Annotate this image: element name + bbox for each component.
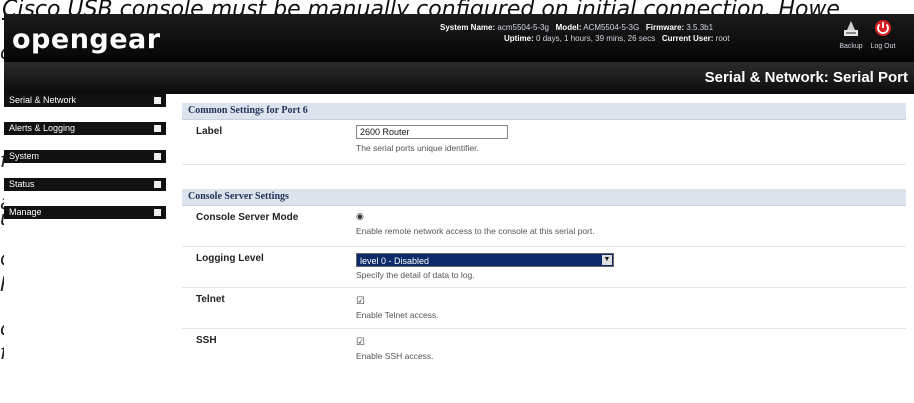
uptime-value: 0 days, 1 hours, 39 mins, 26 secs xyxy=(536,34,656,43)
current-user-value: root xyxy=(715,34,730,43)
label-row: Label The serial ports unique identifier… xyxy=(182,120,906,165)
model-value: ACM5504-5-3G xyxy=(583,23,640,32)
telnet-help: Enable Telnet access. xyxy=(356,310,439,320)
sidebar-item-system[interactable]: System xyxy=(4,150,166,163)
sidebar-item-manage[interactable]: Manage xyxy=(4,206,166,219)
label-field-label: Label xyxy=(196,126,223,137)
expand-square-icon xyxy=(154,181,161,188)
expand-square-icon xyxy=(154,153,161,160)
backup-label: Backup xyxy=(839,43,863,50)
console-server-settings-heading: Console Server Settings xyxy=(182,189,906,206)
firmware-label: Firmware: xyxy=(645,23,685,32)
ssh-help: Enable SSH access. xyxy=(356,351,434,361)
backup-icon xyxy=(836,18,866,40)
console-server-mode-radio[interactable]: ◉ xyxy=(356,212,595,224)
current-user-label: Current User: xyxy=(661,34,714,43)
console-server-mode-label: Console Server Mode xyxy=(196,212,299,223)
expand-square-icon xyxy=(154,125,161,132)
uptime-label: Uptime: xyxy=(504,34,534,43)
system-name-value: acm5504-5-3g xyxy=(497,23,549,32)
expand-square-icon xyxy=(154,97,161,104)
system-info: System Name: acm5504-5-3g Model: ACM5504… xyxy=(440,22,729,44)
sidebar-nav: Serial & Network Alerts & Logging System… xyxy=(4,94,166,234)
common-settings-heading: Common Settings for Port 6 xyxy=(182,103,906,120)
logging-level-value: level 0 - Disabled xyxy=(360,256,430,266)
logging-level-label: Logging Level xyxy=(196,253,264,264)
sidebar-item-serial-network[interactable]: Serial & Network xyxy=(4,94,166,107)
ssh-checkbox[interactable]: ☑ xyxy=(356,337,433,349)
ssh-label: SSH xyxy=(196,335,217,346)
console-server-mode-help: Enable remote network access to the cons… xyxy=(356,226,595,236)
sidebar-item-label: Manage xyxy=(9,207,42,217)
logout-label: Log Out xyxy=(870,43,896,50)
logging-level-select[interactable]: level 0 - Disabled ▼ xyxy=(356,253,614,267)
page-title: Serial & Network: Serial Port xyxy=(704,69,908,86)
sidebar-item-label: Serial & Network xyxy=(9,95,77,105)
top-header: opengear System Name: acm5504-5-3g Model… xyxy=(4,14,914,62)
telnet-label: Telnet xyxy=(196,294,225,305)
sidebar-item-label: Alerts & Logging xyxy=(9,123,76,133)
port-label-input[interactable] xyxy=(356,125,508,139)
ssh-row: SSH ☑ Enable SSH access. xyxy=(182,329,906,369)
backup-button[interactable]: Backup xyxy=(836,18,866,50)
model-label: Model: xyxy=(555,23,582,32)
sidebar-item-label: Status xyxy=(9,179,35,189)
logout-button[interactable]: Log Out xyxy=(868,18,898,50)
sidebar-item-alerts-logging[interactable]: Alerts & Logging xyxy=(4,122,166,135)
logging-level-help: Specify the detail of data to log. xyxy=(356,270,475,280)
label-help-text: The serial ports unique identifier. xyxy=(356,143,479,153)
console-server-mode-row: Console Server Mode ◉ Enable remote netw… xyxy=(182,206,906,247)
telnet-checkbox[interactable]: ☑ xyxy=(356,296,439,308)
opengear-logo: opengear xyxy=(12,24,161,55)
logging-level-row: Logging Level level 0 - Disabled ▼ Speci… xyxy=(182,247,906,288)
main-panel: Common Settings for Port 6 Label The ser… xyxy=(182,103,906,369)
expand-square-icon xyxy=(154,209,161,216)
system-name-label: System Name: xyxy=(440,23,496,32)
sidebar-item-status[interactable]: Status xyxy=(4,178,166,191)
power-icon xyxy=(868,18,898,40)
firmware-value: 3.5.3b1 xyxy=(686,23,714,32)
title-bar: Serial & Network: Serial Port xyxy=(4,62,914,94)
sidebar-item-label: System xyxy=(9,151,40,161)
chevron-down-icon: ▼ xyxy=(602,255,612,265)
telnet-row: Telnet ☑ Enable Telnet access. xyxy=(182,288,906,329)
